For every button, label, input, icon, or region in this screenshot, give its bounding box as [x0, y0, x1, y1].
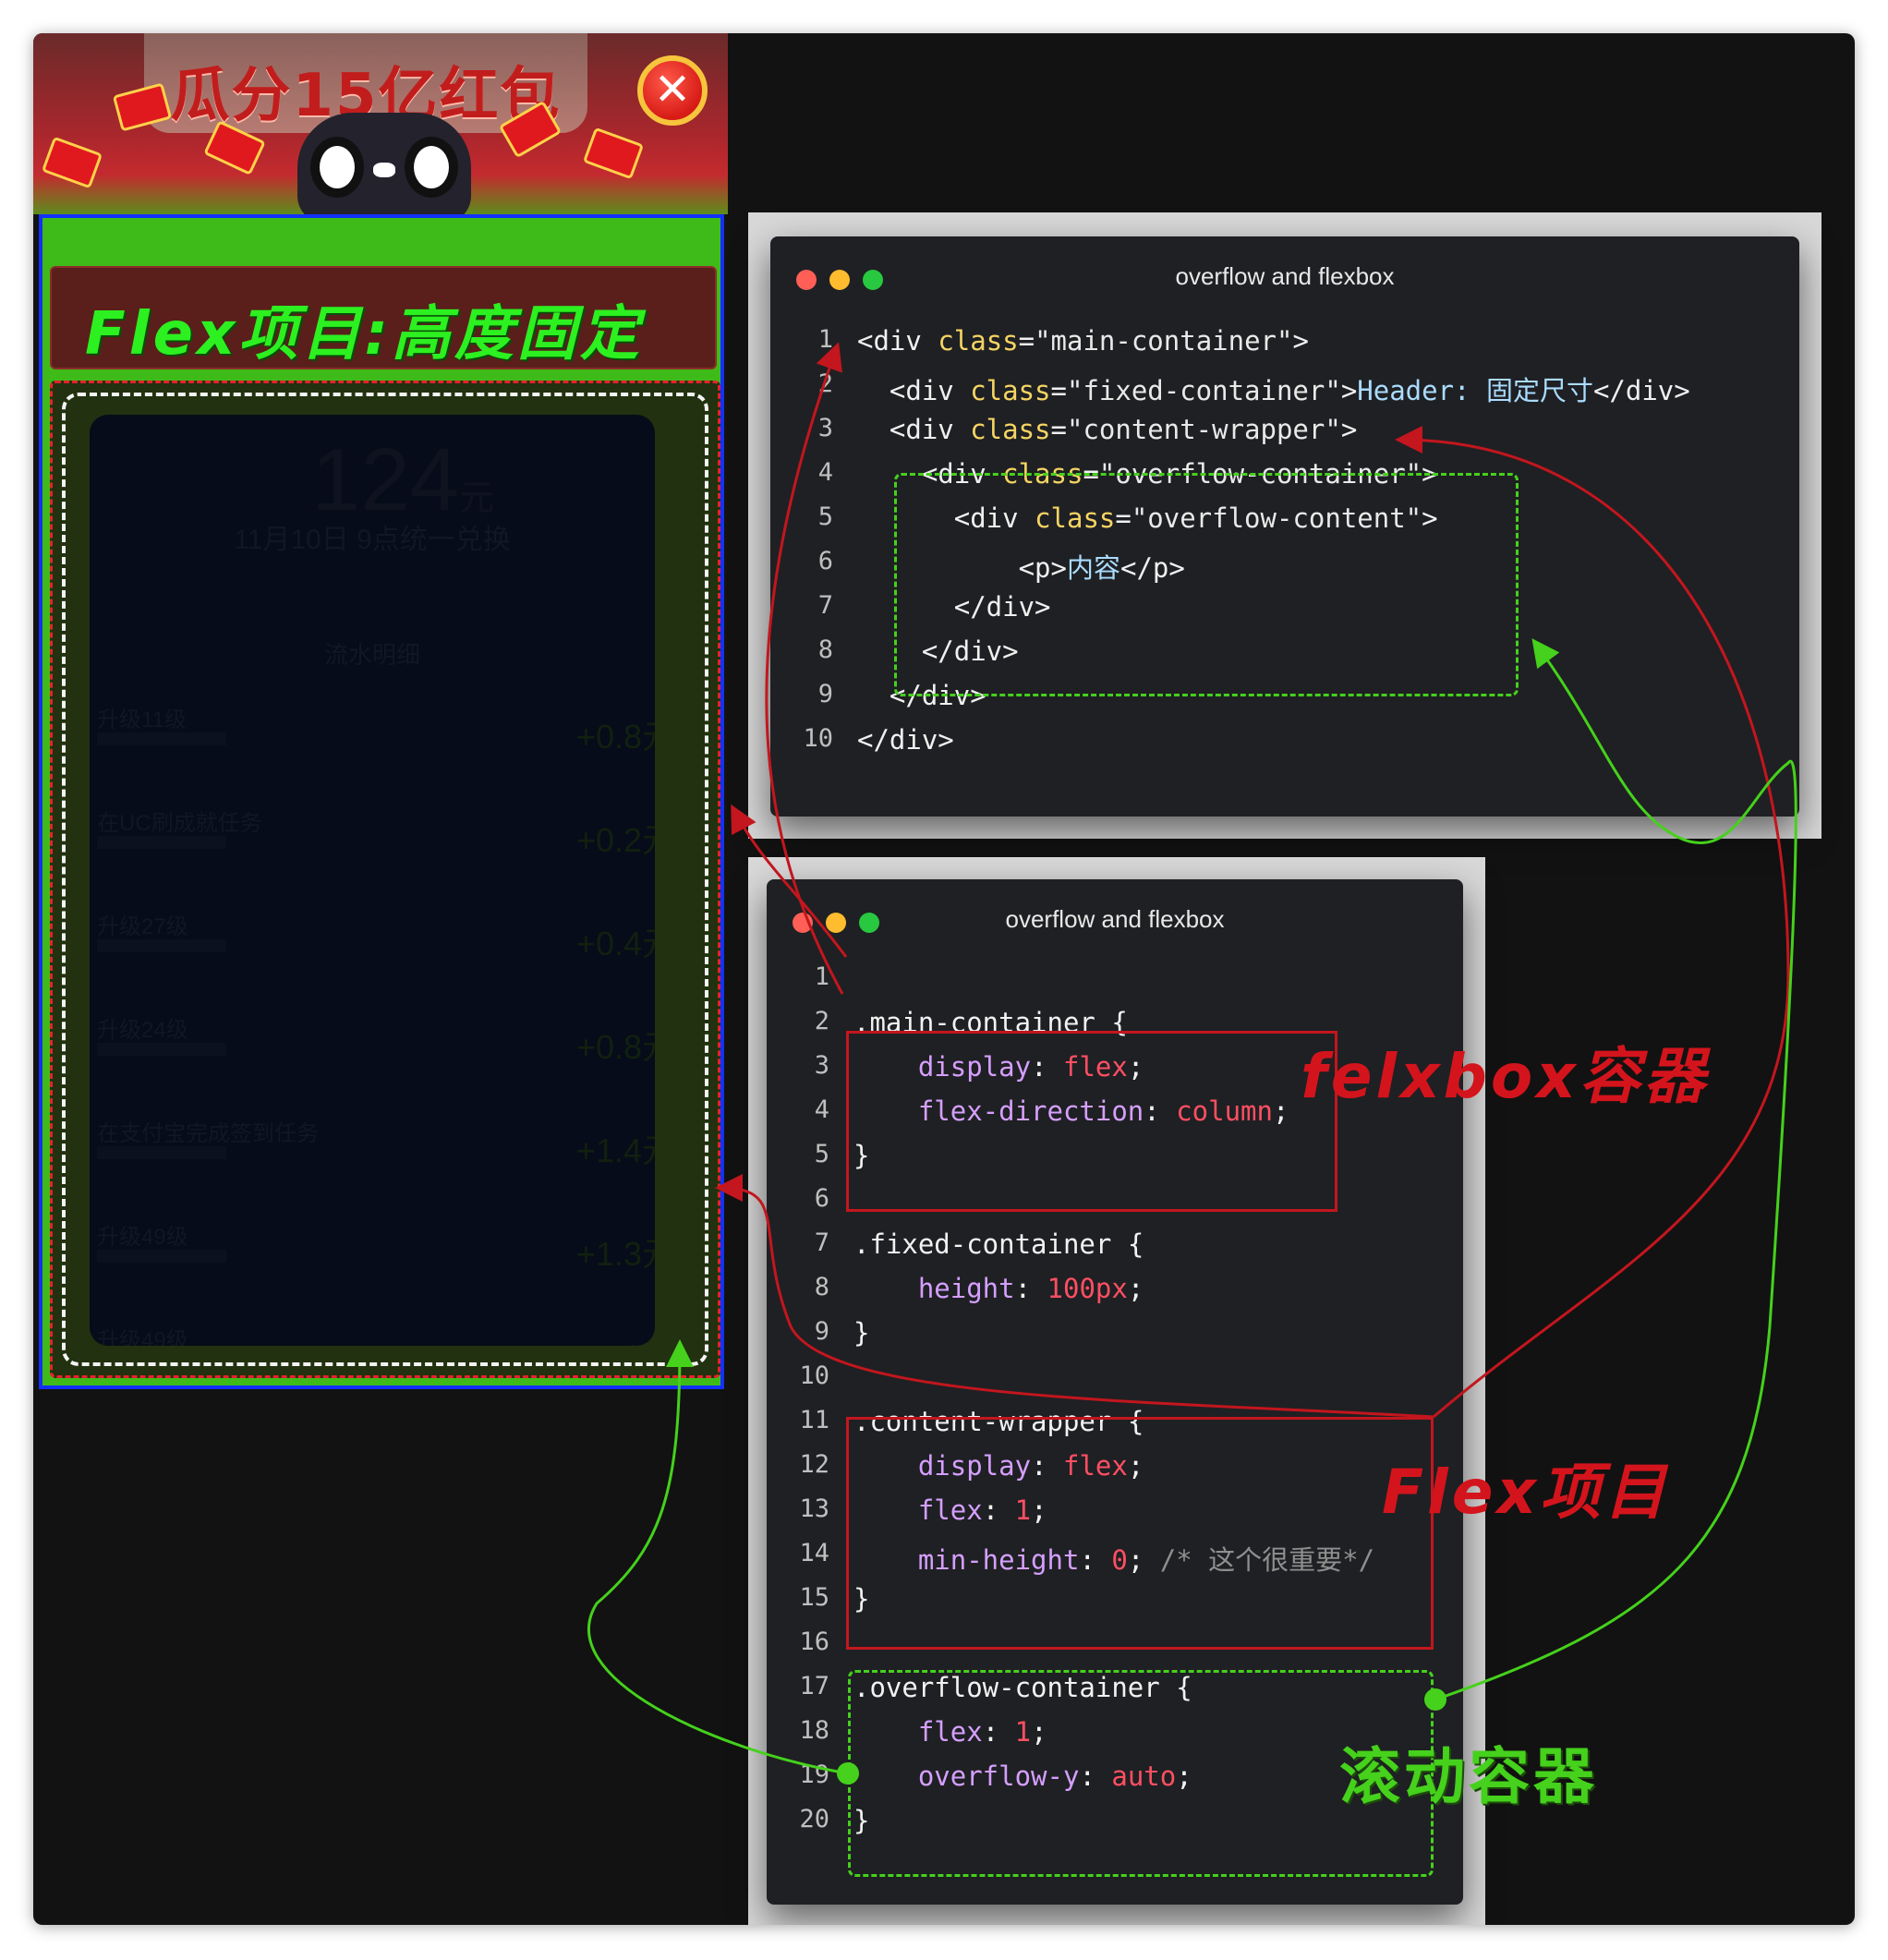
- arrow-main-container: [765, 342, 844, 995]
- arrow-phone-body: [731, 804, 848, 958]
- diagram-canvas: 瓜分15亿红包 ✕ Flex项目:高度固定 124元 11月10日 9点统一兑换…: [33, 33, 1855, 1925]
- green-dot-icon: [1424, 1688, 1446, 1711]
- connector-arrows: [587, 342, 1797, 1785]
- arrow-overflow-phone: [587, 1339, 849, 1775]
- green-dot-icon: [837, 1762, 859, 1785]
- arrow-overflow-markup: [1434, 638, 1797, 1701]
- arrow-content-area: [715, 1174, 1434, 1419]
- arrow-content-wrapper: [1395, 426, 1790, 1419]
